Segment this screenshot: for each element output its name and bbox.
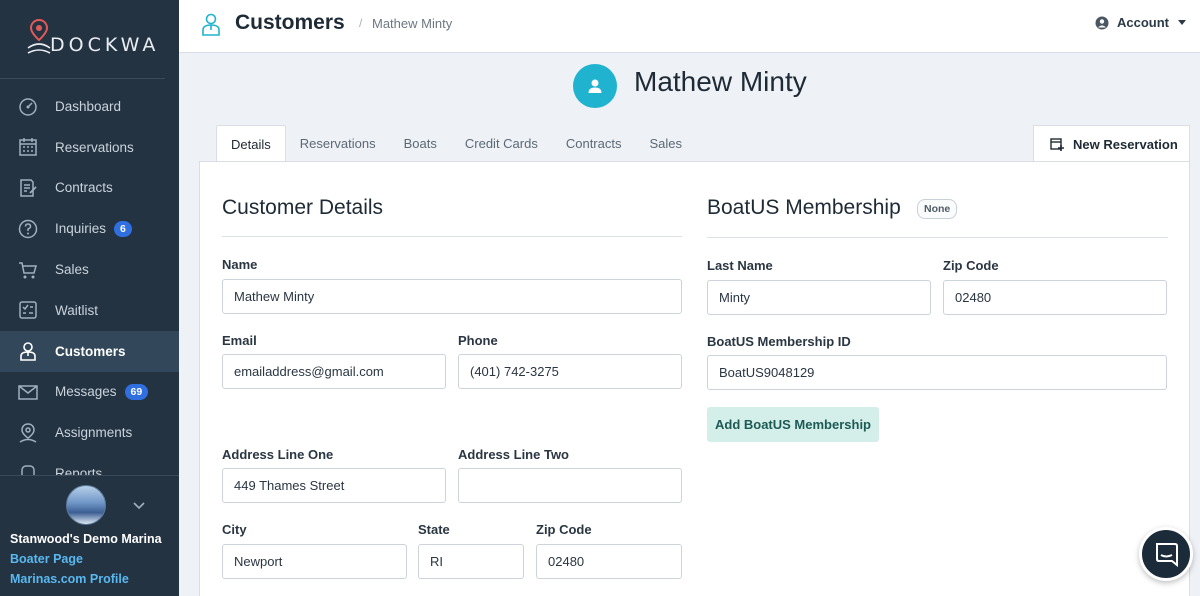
phone-label: Phone <box>458 333 498 348</box>
chevron-down-icon[interactable] <box>132 498 146 517</box>
name-label: Name <box>222 257 258 272</box>
name-field[interactable]: Mathew Minty <box>222 279 682 314</box>
sidebar-nav: Dashboard Reservations Contracts Inquiri… <box>0 86 179 476</box>
state-field[interactable]: RI <box>418 544 524 579</box>
user-circle-icon <box>1095 16 1109 30</box>
inquiries-count-badge: 6 <box>114 220 132 238</box>
logo-pin-icon <box>27 18 51 54</box>
new-reservation-button[interactable]: New Reservation <box>1033 125 1190 162</box>
tab-contracts[interactable]: Contracts <box>552 125 636 161</box>
boater-page-link[interactable]: Boater Page <box>10 552 83 566</box>
cart-icon <box>17 259 39 281</box>
boatus-zip-code-field[interactable]: 02480 <box>943 280 1167 315</box>
sidebar-item-dashboard[interactable]: Dashboard <box>0 86 179 127</box>
tab-boats[interactable]: Boats <box>390 125 451 161</box>
chat-icon <box>1156 543 1178 567</box>
dockwa-logo[interactable]: DOCKWA <box>14 18 159 58</box>
marina-avatar[interactable] <box>66 485 106 525</box>
messages-count-badge: 69 <box>124 383 149 401</box>
contract-icon <box>17 177 39 199</box>
membership-id-field[interactable]: BoatUS9048129 <box>707 355 1167 390</box>
last-name-field[interactable]: Minty <box>707 280 931 315</box>
sidebar-item-customers[interactable]: Customers <box>0 330 179 372</box>
sidebar-item-label: Customers <box>55 343 126 359</box>
zip-code-label: Zip Code <box>536 522 592 537</box>
page-title: Customers <box>235 11 345 34</box>
sidebar-item-label: Messages <box>55 384 117 400</box>
customer-name: Mathew Minty <box>634 66 807 97</box>
customer-icon <box>17 340 39 362</box>
sidebar-item-label: Sales <box>55 262 89 278</box>
calendar-icon <box>17 136 39 158</box>
marina-name: Stanwood's Demo Marina <box>10 532 162 546</box>
add-boatus-membership-button[interactable]: Add BoatUS Membership <box>707 407 879 442</box>
location-pin-icon <box>17 422 39 444</box>
section-divider <box>222 236 682 237</box>
boatus-zip-code-label: Zip Code <box>943 258 999 273</box>
sidebar-item-assignments[interactable]: Assignments <box>0 412 179 453</box>
state-label: State <box>418 522 450 537</box>
city-field[interactable]: Newport <box>222 544 407 579</box>
email-label: Email <box>222 333 257 348</box>
customer-icon <box>201 12 221 41</box>
address-line-two-field[interactable] <box>458 468 682 503</box>
reports-icon <box>17 463 39 476</box>
membership-status-badge: None <box>917 199 958 219</box>
tab-details[interactable]: Details <box>216 125 286 162</box>
tab-reservations[interactable]: Reservations <box>286 125 390 161</box>
address-line-one-field[interactable]: 449 Thames Street <box>222 468 446 503</box>
sidebar-item-messages[interactable]: Messages 69 <box>0 372 179 413</box>
phone-field[interactable]: (401) 742-3275 <box>458 354 682 389</box>
membership-id-label: BoatUS Membership ID <box>707 334 851 349</box>
tab-credit-cards[interactable]: Credit Cards <box>451 125 552 161</box>
dashboard-icon <box>17 95 39 117</box>
customer-details-title: Customer Details <box>222 196 384 219</box>
breadcrumb-separator: / <box>359 16 363 30</box>
user-icon <box>588 79 602 93</box>
sidebar-item-label: Assignments <box>55 425 133 441</box>
customer-tabs: Details Reservations Boats Credit Cards … <box>216 125 696 162</box>
address-line-one-label: Address Line One <box>222 447 334 462</box>
marina-switcher: Stanwood's Demo Marina Boater Page Marin… <box>0 475 179 596</box>
city-label: City <box>222 522 247 537</box>
chat-launcher-button[interactable] <box>1139 527 1193 581</box>
section-divider <box>707 237 1168 238</box>
waitlist-icon <box>17 299 39 321</box>
sidebar-item-label: Inquiries <box>55 221 107 237</box>
sidebar-item-label: Waitlist <box>55 302 98 318</box>
email-field[interactable]: emailaddress@gmail.com <box>222 354 446 389</box>
boatus-membership-title: BoatUS Membership <box>707 196 901 219</box>
zip-code-field[interactable]: 02480 <box>536 544 682 579</box>
envelope-icon <box>17 381 39 403</box>
sidebar-item-label: Contracts <box>55 180 113 196</box>
last-name-label: Last Name <box>707 258 773 273</box>
sidebar-item-reservations[interactable]: Reservations <box>0 127 179 168</box>
question-icon <box>17 218 39 240</box>
breadcrumb: Mathew Minty <box>372 16 453 31</box>
sidebar-item-sales[interactable]: Sales <box>0 249 179 290</box>
top-bar: Customers / Mathew Minty Account <box>179 0 1200 53</box>
new-reservation-label: New Reservation <box>1073 136 1178 152</box>
customer-avatar <box>573 64 617 108</box>
logo-divider <box>0 78 165 79</box>
sidebar: DOCKWA Dashboard Reservations Contracts <box>0 0 179 596</box>
address-line-two-label: Address Line Two <box>458 447 569 462</box>
calendar-plus-icon <box>1050 137 1064 151</box>
sidebar-item-label: Reservations <box>55 139 134 155</box>
brand-name: DOCKWA <box>50 34 160 56</box>
sidebar-item-inquiries[interactable]: Inquiries 6 <box>0 208 179 249</box>
caret-down-icon <box>1178 19 1186 26</box>
sidebar-item-reports[interactable]: Reports <box>0 453 179 476</box>
account-menu[interactable]: Account <box>1095 15 1186 30</box>
sidebar-item-waitlist[interactable]: Waitlist <box>0 290 179 331</box>
marinas-profile-link[interactable]: Marinas.com Profile <box>10 572 129 586</box>
sidebar-item-contracts[interactable]: Contracts <box>0 168 179 209</box>
sidebar-item-label: Dashboard <box>55 98 122 114</box>
tab-sales[interactable]: Sales <box>635 125 696 161</box>
account-label: Account <box>1117 15 1169 30</box>
